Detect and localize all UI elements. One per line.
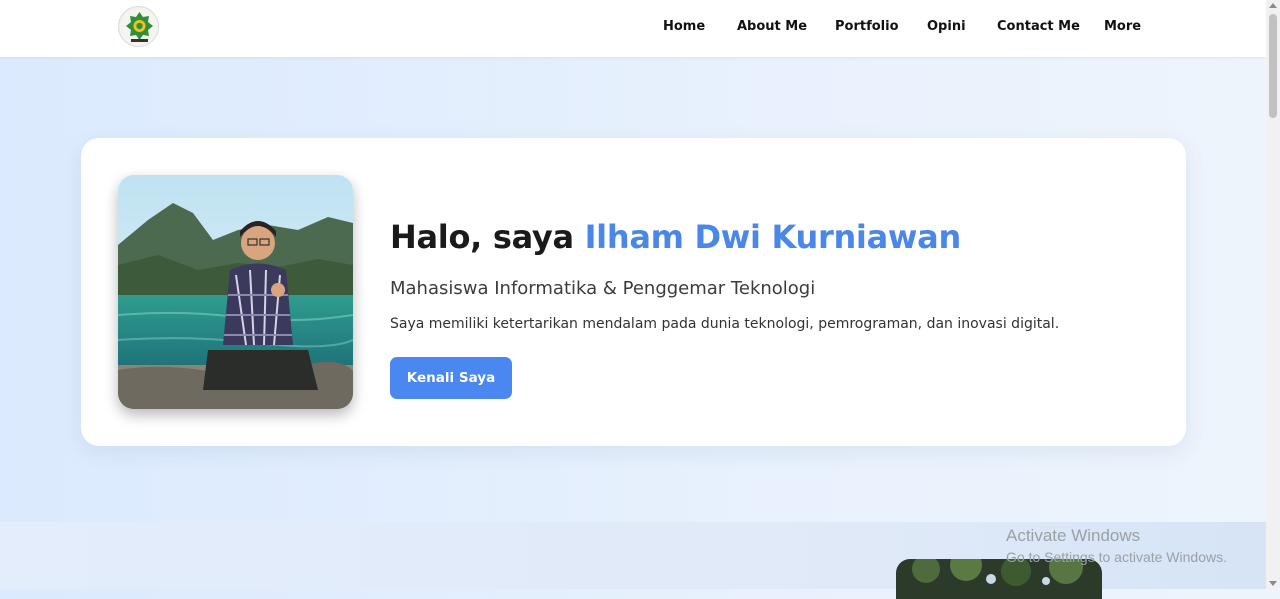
hero-card: Halo, saya Ilham Dwi Kurniawan Mahasiswa… [81,138,1186,446]
section-preview-image [896,559,1102,599]
nav-link-portfolio[interactable]: Portfolio [835,19,899,34]
university-logo-icon[interactable] [118,6,159,47]
kenali-saya-button[interactable]: Kenali Saya [390,357,512,399]
profile-photo [118,175,353,409]
scroll-thumb[interactable] [1269,14,1277,118]
nav-link-home[interactable]: Home [663,19,705,34]
page-scrollbar[interactable] [1266,0,1280,589]
hero-name: Ilham Dwi Kurniawan [584,218,962,256]
hero-description: Saya memiliki ketertarikan mendalam pada… [390,316,1060,332]
nav-link-more[interactable]: More [1104,19,1141,34]
windows-activation-title: Activate Windows [1006,526,1141,545]
scroll-up-icon[interactable] [1269,3,1277,8]
nav-link-opini[interactable]: Opini [927,19,966,34]
windows-activation-subtitle: Go to Settings to activate Windows. [1006,549,1227,565]
scroll-down-icon[interactable] [1269,581,1277,586]
hero-subtitle: Mahasiswa Informatika & Penggemar Teknol… [390,278,816,299]
nav-link-contact-me[interactable]: Contact Me [997,19,1080,34]
hero-greeting: Halo, saya [390,218,585,256]
hero-headline: Halo, saya Ilham Dwi Kurniawan [390,218,961,256]
nav-link-about-me[interactable]: About Me [737,19,807,34]
navbar: Home About Me Portfolio Opini Contact Me… [0,0,1266,57]
